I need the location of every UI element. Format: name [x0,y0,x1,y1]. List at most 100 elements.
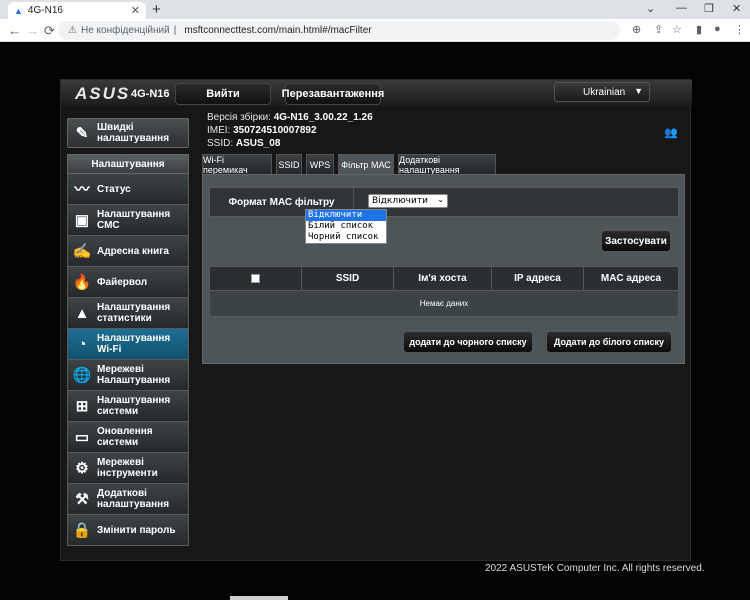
lock-icon: 🔒 [72,521,92,539]
share-icon[interactable]: ⇪ [654,23,663,36]
imei-value: 350724510007892 [233,125,317,136]
imei-label: IMEI: [207,125,231,136]
sidebar-item-tools[interactable]: ⚙ Мережеві інструменти [67,453,189,484]
select-all-column [210,267,302,290]
close-window-button[interactable]: ✕ [732,2,741,15]
sidebar-item-label: Налаштування СМС [97,209,171,231]
column-hostname: Ім'я хоста [394,267,492,290]
reload-button[interactable]: ⟳ [44,23,55,39]
sidebar: Налаштування 〰 Статус ▣ Налаштування СМС ✍… [67,154,189,546]
forward-button[interactable]: → [26,23,39,38]
status-icon: 〰 [74,180,90,198]
tab-mac-filter[interactable]: Фільтр МАС [338,154,394,174]
mac-filter-panel: Формат МАС фільтру Відключити ⌄ Застосув… [202,174,685,364]
reboot-button[interactable]: Перезавантаження [282,83,384,105]
network-icon: 🌐 [72,366,92,384]
copyright-text: 2022 ASUSTeK Computer Inc. All rights re… [485,563,705,574]
column-ip: IP адреса [492,267,584,290]
language-value: Ukrainian [583,86,626,98]
sidebar-item-label: Змінити пароль [97,524,176,536]
warning-icon: ⚠ [68,25,77,36]
sidebar-title: Налаштування [67,154,189,174]
sidebar-item-status[interactable]: 〰 Статус [67,174,189,205]
option-disable[interactable]: Відключити [306,210,386,221]
sidebar-item-label: Оновлення системи [97,426,153,448]
table-empty-row: Немає даних [209,291,679,317]
security-label: Не конфіденційний [80,25,170,36]
tab-advanced-settings[interactable]: Додаткові налаштування [398,154,496,175]
address-bar[interactable]: ⚠ Не конфіденційний | msftconnecttest.co… [58,21,620,40]
firmware-value: 4G-N16_3.00.22_1.26 [273,112,373,123]
mac-format-value: Відключити [372,196,428,206]
sidebar-item-label: Додаткові налаштування [97,488,170,510]
column-ssid: SSID [302,267,394,290]
sidebar-item-statistics[interactable]: ▲ Налаштування статистики [67,298,189,329]
maximize-button[interactable]: ❐ [704,2,714,15]
firmware-label: Версія збірки: [207,112,271,123]
browser-tab[interactable]: ▲ 4G-N16 ✕ [8,2,146,19]
statistics-icon: ▲ [74,304,90,322]
quick-setup-icon: ✎ [75,124,89,142]
tab-wps[interactable]: WPS [306,154,334,174]
minimize-button[interactable]: — [676,2,687,14]
sidebar-item-address-book[interactable]: ✍ Адресна книга [67,236,189,267]
tab-ssid[interactable]: SSID [276,154,302,174]
sidebar-item-label: Налаштування Wi-Fi [97,333,171,355]
address-bar-row: ← → ⟳ ⚠ Не конфіденційний | msftconnectt… [0,19,750,42]
sidebar-item-advanced[interactable]: ⚒ Додаткові налаштування [67,484,189,515]
quick-setup-button[interactable]: ✎ Швидкі налаштування [67,118,189,148]
advanced-icon: ⚒ [75,490,89,508]
add-to-blacklist-button[interactable]: додати до чорного списку [403,331,533,353]
ssid-label: SSID: [207,138,234,149]
sidepanel-icon[interactable]: ▮ [696,23,702,36]
router-frame: ASUS 4G-N16 Вийти Перезавантаження Ukrai… [60,79,692,561]
wifi-tabs: Wi-Fi перемикач SSID WPS Фільтр МАС Дода… [202,154,496,175]
users-icon[interactable]: 👥 [664,126,678,139]
asus-favicon-icon: ▲ [14,5,23,16]
device-info: Версія збірки: 4G-N16_3.00.22_1.26 IMEI:… [207,111,373,150]
bookmark-star-icon[interactable]: ☆ [672,23,682,36]
apply-button[interactable]: Застосувати [601,230,671,252]
zoom-icon[interactable]: ⊕ [632,23,641,36]
add-to-whitelist-button[interactable]: Додати до білого списку [546,331,672,353]
language-select[interactable]: Ukrainian ▼ [554,82,650,102]
sidebar-item-label: Статус [97,183,131,195]
sidebar-item-sms[interactable]: ▣ Налаштування СМС [67,205,189,236]
chevron-down-icon[interactable]: ⌄ [646,2,655,15]
sidebar-item-label: Налаштування системи [97,395,171,417]
chevron-down-icon: ⌄ [437,195,444,204]
menu-dots-icon[interactable]: ⋮ [734,23,745,36]
dropdown-arrow-icon: ▼ [634,86,643,96]
mac-format-row: Формат МАС фільтру Відключити ⌄ [209,187,679,217]
tab-wifi-switch[interactable]: Wi-Fi перемикач [202,154,272,175]
address-book-icon: ✍ [72,242,92,260]
option-blacklist[interactable]: Чорний список [306,232,386,243]
new-tab-button[interactable]: + [152,1,161,18]
separator: | [173,25,177,36]
mac-format-select[interactable]: Відключити ⌄ [368,194,448,208]
model-name: 4G-N16 [131,88,170,100]
close-tab-icon[interactable]: ✕ [131,4,140,17]
sidebar-item-password[interactable]: 🔒 Змінити пароль [67,515,189,546]
logout-button[interactable]: Вийти [175,83,271,105]
sidebar-item-label: Адресна книга [97,245,169,257]
firewall-icon: 🔥 [72,273,92,291]
sidebar-item-wifi[interactable]: ◔ Налаштування Wi-Fi [67,329,189,360]
select-all-checkbox[interactable] [251,274,260,283]
update-icon: ▭ [74,428,90,446]
mac-format-dropdown: Відключити Білий список Чорний список [305,209,387,244]
option-whitelist[interactable]: Білий список [306,221,386,232]
sidebar-item-network[interactable]: 🌐 Мережеві Налаштування [67,360,189,391]
sidebar-item-firewall[interactable]: 🔥 Файервол [67,267,189,298]
sidebar-item-label: Мережеві Налаштування [97,364,171,386]
profile-icon[interactable]: ● [714,23,721,35]
column-mac: MAC адреса [600,273,662,284]
sidebar-item-label: Налаштування статистики [97,302,171,324]
router-page: ASUS 4G-N16 Вийти Перезавантаження Ukrai… [0,43,750,600]
sidebar-item-system[interactable]: ⊞ Налаштування системи [67,391,189,422]
top-strip: ASUS 4G-N16 Вийти Перезавантаження Ukrai… [61,80,692,106]
sidebar-item-update[interactable]: ▭ Оновлення системи [67,422,189,453]
ssid-value: ASUS_08 [235,138,281,149]
back-button[interactable]: ← [8,23,21,38]
bottom-bar [230,596,288,600]
